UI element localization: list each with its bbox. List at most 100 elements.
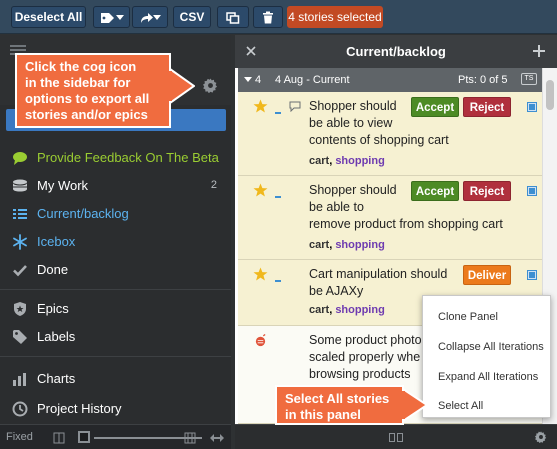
csv-export-button[interactable]: CSV xyxy=(173,6,211,28)
app-window: Deselect All CSV 4 stories selected Prov… xyxy=(0,0,557,449)
estimate-bar-icon xyxy=(275,196,281,198)
column-wide-icon[interactable] xyxy=(184,432,196,444)
label-link[interactable]: cart xyxy=(309,239,329,251)
deselect-all-button[interactable]: Deselect All xyxy=(11,6,86,28)
select-all-instruction-callout: Select All stories in this panel xyxy=(275,385,404,425)
chevron-down-icon xyxy=(153,14,161,20)
sidebar-item-project-history[interactable]: Project History xyxy=(0,395,231,423)
tag-icon xyxy=(100,12,114,23)
stack-icon xyxy=(13,179,27,192)
accept-button[interactable]: Accept xyxy=(411,181,459,201)
sidebar-item-label: Project History xyxy=(37,401,122,416)
sidebar-settings-cog-icon[interactable] xyxy=(203,78,218,93)
panel-settings-cog-icon[interactable] xyxy=(535,431,547,443)
menu-item-select-all[interactable]: Select All xyxy=(423,391,550,421)
story-labels: cart, shopping xyxy=(309,304,385,316)
stories-selected-badge: 4 stories selected xyxy=(287,6,383,28)
sidebar-divider xyxy=(0,356,231,357)
list-icon xyxy=(13,209,27,219)
iteration-date: 4 Aug - Current xyxy=(275,74,350,86)
panel-header: Current/backlog xyxy=(235,35,557,68)
sidebar-item-label: Provide Feedback On The Beta xyxy=(37,150,219,165)
collapse-triangle-icon[interactable] xyxy=(244,77,252,83)
copy-icon xyxy=(226,12,240,24)
menu-item-clone-panel[interactable]: Clone Panel xyxy=(423,302,550,332)
estimate-bar-icon xyxy=(275,112,281,114)
iteration-points: Pts: 0 of 5 xyxy=(458,74,508,86)
callout-line: in this panel xyxy=(285,407,361,422)
delete-button[interactable] xyxy=(253,6,283,28)
sidebar-item-label: Labels xyxy=(37,329,76,344)
star-icon[interactable] xyxy=(253,183,268,197)
story-select-checkbox[interactable] xyxy=(527,186,537,196)
column-narrow-icon[interactable] xyxy=(53,432,65,444)
sidebar-item-charts[interactable]: Charts xyxy=(0,365,231,393)
story-title-line: contents of shopping cart xyxy=(309,133,449,147)
shield-star-icon xyxy=(14,302,26,316)
story-select-checkbox[interactable] xyxy=(527,102,537,112)
chat-bubble-icon xyxy=(13,152,27,165)
sidebar-item-labels[interactable]: Labels xyxy=(0,323,231,351)
label-link[interactable]: shopping xyxy=(335,155,385,167)
reject-button[interactable]: Reject xyxy=(463,181,511,201)
sidebar-item-label: My Work xyxy=(37,178,89,193)
callout-arrow-right-icon xyxy=(169,68,195,104)
story-row[interactable]: Shopper should be able to view contents … xyxy=(238,92,542,176)
story-labels: cart, shopping xyxy=(309,239,385,251)
sidebar-item-epics[interactable]: Epics xyxy=(0,295,231,323)
callout-arrow-right-icon xyxy=(402,388,428,422)
label-link[interactable]: cart xyxy=(309,304,329,316)
my-work-count: 2 xyxy=(210,179,217,191)
accept-button[interactable]: Accept xyxy=(411,97,459,117)
split-panel-icon[interactable] xyxy=(389,433,403,442)
check-icon xyxy=(13,265,27,277)
sidebar-item-label: Charts xyxy=(37,371,76,386)
comment-icon xyxy=(289,101,301,112)
sidebar-item-icebox[interactable]: Icebox xyxy=(0,228,231,256)
callout-line: Select All stories xyxy=(285,391,390,406)
panel-title: Current/backlog xyxy=(346,44,446,59)
clone-button[interactable] xyxy=(217,6,249,28)
menu-item-expand-all-iterations[interactable]: Expand All Iterations xyxy=(423,362,550,392)
iteration-ts-badge: TS xyxy=(521,73,537,85)
sidebar-item-my-work[interactable]: My Work 2 xyxy=(0,172,231,200)
reject-button[interactable]: Reject xyxy=(463,97,511,117)
label-link[interactable]: shopping xyxy=(335,304,385,316)
chevron-down-icon xyxy=(115,14,124,20)
sidebar-item-label: Epics xyxy=(37,301,69,316)
sidebar-item-done[interactable]: Done xyxy=(0,256,231,284)
resize-arrows-icon[interactable] xyxy=(210,433,224,443)
selection-toolbar: Deselect All CSV 4 stories selected xyxy=(0,0,557,34)
sidebar-item-current-backlog[interactable]: Current/backlog xyxy=(0,200,231,228)
label-link[interactable]: shopping xyxy=(335,239,385,251)
story-row[interactable]: Shopper should be able to remove product… xyxy=(238,176,542,260)
callout-line: stories and/or epics xyxy=(25,107,148,122)
panel-width-slider-handle[interactable] xyxy=(78,431,90,443)
label-link[interactable]: cart xyxy=(309,155,329,167)
sidebar-footer: Fixed xyxy=(0,424,231,449)
sidebar-item-label: Done xyxy=(37,262,69,277)
label-menu-button[interactable] xyxy=(93,6,130,28)
star-icon[interactable] xyxy=(253,99,268,113)
cog-instruction-callout: Click the cog icon in the sidebar for op… xyxy=(15,53,171,128)
clock-icon xyxy=(12,401,28,417)
sidebar-item-label: Current/backlog xyxy=(37,206,129,221)
menu-item-collapse-all-iterations[interactable]: Collapse All Iterations xyxy=(423,332,550,362)
story-select-checkbox[interactable] xyxy=(527,270,537,280)
iteration-number: 4 xyxy=(255,74,262,86)
bar-chart-icon xyxy=(13,373,26,386)
scrollbar-thumb[interactable] xyxy=(546,80,554,110)
bug-icon xyxy=(255,334,266,347)
move-menu-button[interactable] xyxy=(132,6,168,28)
star-icon[interactable] xyxy=(253,267,268,281)
add-story-icon[interactable] xyxy=(533,45,545,57)
panel-footer xyxy=(235,424,557,449)
iteration-header[interactable]: 4 4 Aug - Current Pts: 0 of 5 TS xyxy=(238,68,542,92)
deliver-button[interactable]: Deliver xyxy=(463,265,511,285)
story-labels: cart, shopping xyxy=(309,155,385,167)
sidebar-item-label: Icebox xyxy=(37,234,76,249)
share-arrow-icon xyxy=(141,12,153,23)
story-title-line: remove product from shopping cart xyxy=(309,217,503,231)
sidebar-item-feedback[interactable]: Provide Feedback On The Beta xyxy=(0,144,231,172)
estimate-bar-icon xyxy=(275,280,281,282)
